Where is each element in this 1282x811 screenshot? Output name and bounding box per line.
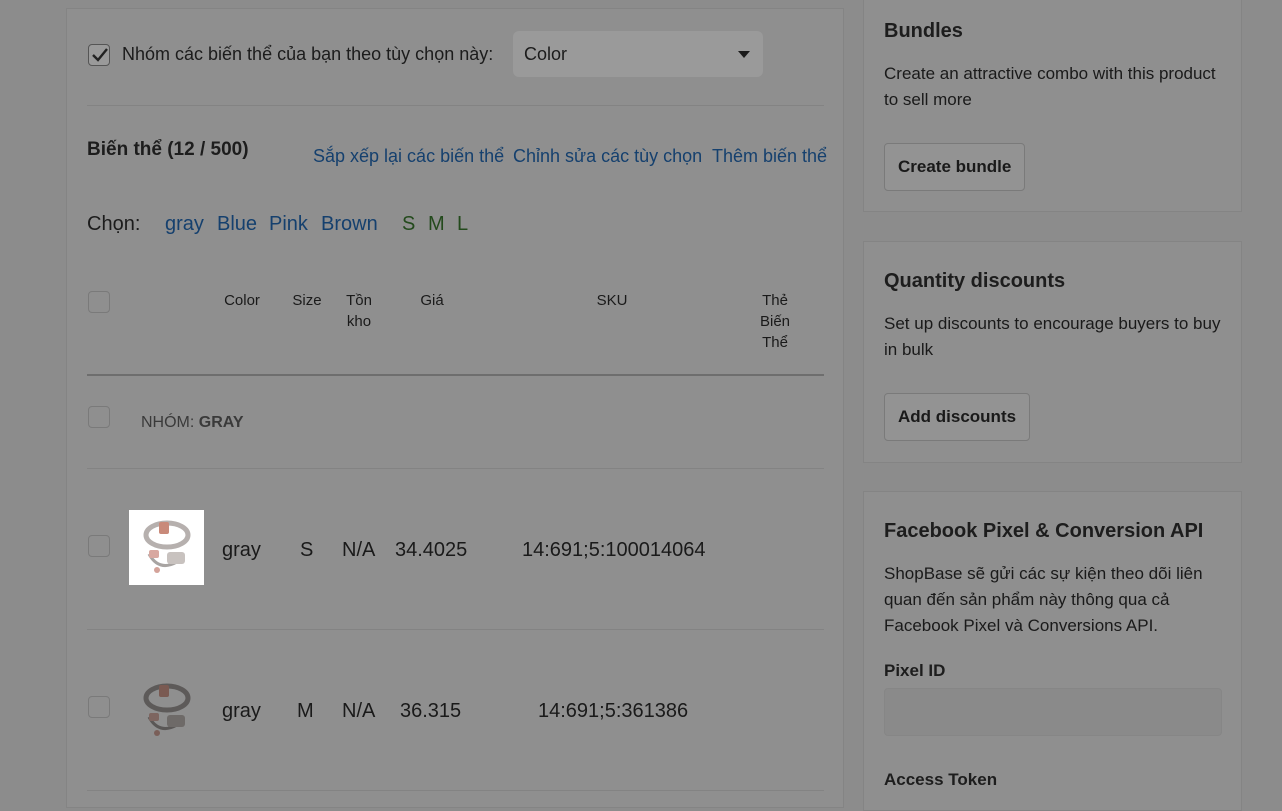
bundles-card: Bundles Create an attractive combo with … <box>863 0 1242 212</box>
row-price: 36.315 <box>400 700 462 722</box>
divider <box>87 468 824 469</box>
row-checkbox[interactable] <box>88 535 110 557</box>
select-label: Chọn: <box>87 213 141 235</box>
filter-color-brown[interactable]: Brown <box>321 213 378 236</box>
variants-card: Nhóm các biến thể của bạn theo tùy chọn … <box>66 8 844 808</box>
column-header-size: Size <box>292 292 322 309</box>
facebook-pixel-title: Facebook Pixel & Conversion API <box>884 520 1204 542</box>
divider <box>87 629 824 630</box>
row-color: gray <box>222 539 261 561</box>
filter-color-blue[interactable]: Blue <box>217 213 257 236</box>
column-header-variant-tags: Thẻ Biến Thể <box>759 292 791 351</box>
bundles-description: Create an attractive combo with this pro… <box>884 64 1216 109</box>
row-checkbox[interactable] <box>88 696 110 718</box>
edit-options-link[interactable]: Chỉnh sửa các tùy chọn <box>513 146 702 167</box>
filter-size-s[interactable]: S <box>402 213 415 236</box>
variant-thumbnail[interactable] <box>129 510 204 585</box>
variants-heading: Biến thể (12 / 500) <box>87 139 249 160</box>
row-price: 34.4025 <box>395 539 468 561</box>
group-checkbox[interactable] <box>88 406 110 428</box>
group-by-select[interactable]: Color <box>513 31 763 77</box>
row-inventory: N/A <box>342 539 376 561</box>
filter-color-pink[interactable]: Pink <box>269 213 308 236</box>
pixel-id-label: Pixel ID <box>884 661 946 680</box>
reorder-variants-link[interactable]: Sắp xếp lại các biến thể <box>313 146 504 167</box>
group-by-label: Nhóm các biến thể của bạn theo tùy chọn … <box>122 44 494 64</box>
access-token-label: Access Token <box>884 770 998 789</box>
column-header-inventory: Tồn kho <box>346 292 372 330</box>
group-by-checkbox[interactable] <box>88 44 110 66</box>
caret-down-icon <box>738 51 750 58</box>
column-header-price: Giá <box>420 292 444 309</box>
table-header-divider <box>87 374 824 376</box>
group-label: NHÓM: GRAY <box>141 414 244 431</box>
row-color: gray <box>222 700 261 722</box>
divider <box>87 105 824 106</box>
bundles-title: Bundles <box>884 20 963 42</box>
facebook-pixel-description: ShopBase sẽ gửi các sự kiện theo dõi liê… <box>884 564 1203 635</box>
filter-size-l[interactable]: L <box>457 213 468 236</box>
filter-size-m[interactable]: M <box>428 213 445 236</box>
select-all-checkbox[interactable] <box>88 291 110 313</box>
divider <box>87 790 824 791</box>
row-inventory: N/A <box>342 700 376 722</box>
add-discounts-button[interactable]: Add discounts <box>884 393 1031 441</box>
column-header-color: Color <box>224 292 260 309</box>
collar-product-image <box>143 520 191 573</box>
create-bundle-button[interactable]: Create bundle <box>884 143 1026 191</box>
variant-thumbnail[interactable] <box>129 673 204 748</box>
row-sku: 14:691;5:100014064 <box>522 539 706 561</box>
row-size: M <box>297 700 314 722</box>
quantity-discounts-description: Set up discounts to encourage buyers to … <box>884 314 1221 359</box>
checkmark-icon <box>92 48 108 62</box>
facebook-pixel-card: Facebook Pixel & Conversion API ShopBase… <box>863 491 1242 811</box>
row-sku: 14:691;5:361386 <box>538 700 689 722</box>
quantity-discounts-card: Quantity discounts Set up discounts to e… <box>863 241 1242 463</box>
row-size: S <box>300 539 314 561</box>
collar-product-image <box>143 683 191 736</box>
group-by-select-value: Color <box>524 44 568 64</box>
filter-color-gray[interactable]: gray <box>165 213 204 236</box>
quantity-discounts-title: Quantity discounts <box>884 270 1066 292</box>
pixel-id-input[interactable] <box>884 688 1222 736</box>
add-variant-link[interactable]: Thêm biến thể <box>712 146 827 167</box>
column-header-sku: SKU <box>596 292 628 309</box>
